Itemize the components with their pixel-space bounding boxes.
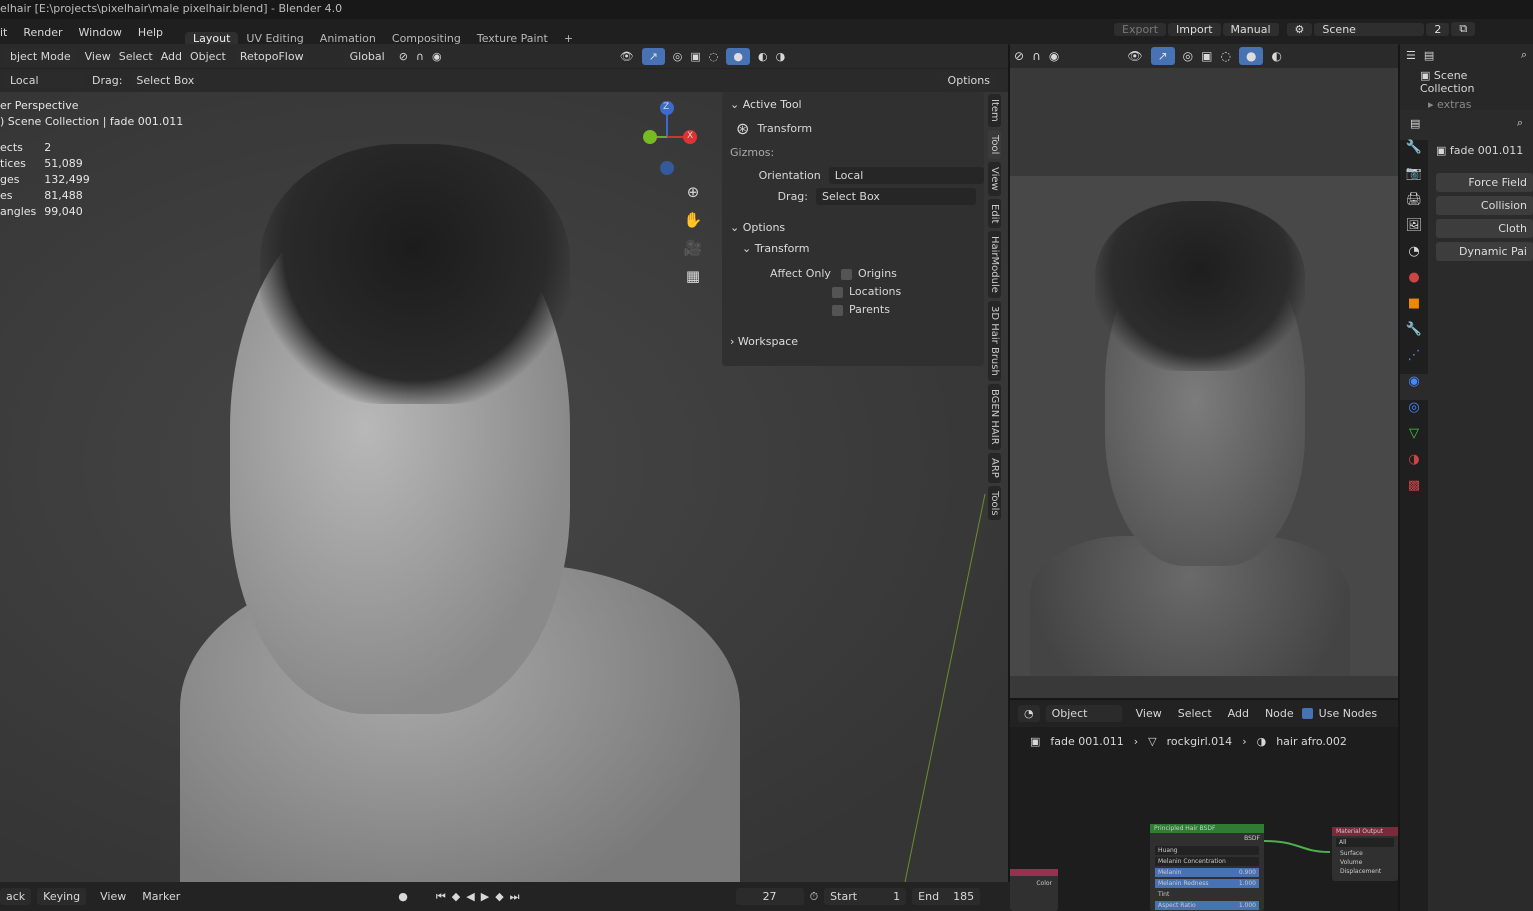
scene-users-count: 2 [1426, 22, 1450, 36]
material-tab-icon[interactable]: ◑ [1400, 452, 1428, 478]
end-frame-field[interactable]: End 185 [912, 888, 981, 905]
keying-dropdown[interactable]: Keying [37, 888, 87, 905]
import-button[interactable]: Import [1168, 22, 1221, 36]
origins-checkbox[interactable] [840, 268, 852, 280]
outliner-scene-collection[interactable]: ▣ Scene Collection [1400, 66, 1533, 98]
constraints-tab-icon[interactable]: ◎ [1400, 400, 1428, 426]
window-title: elhair [E:\projects\pixelhair\male pixel… [0, 0, 1533, 19]
tool-tab-icon[interactable]: 🔧 [1400, 140, 1428, 166]
manual-button[interactable]: Manual [1222, 22, 1279, 36]
options-header[interactable]: ⌄ Options [722, 215, 984, 240]
dynamic-paint-button[interactable]: Dynamic Pai [1436, 242, 1533, 261]
overlay-icon[interactable]: ◎ [1183, 49, 1193, 63]
scene-selector[interactable]: Scene [1314, 22, 1425, 36]
properties-editor: ▤ ⌕ 🔧 📷 🖨 🖼 ◔ ● ■ 🔧 ⋰ ◉ ◎ ▽ ◑ ▩ ▣ fade 001.011 Force F… [1400, 110, 1533, 911]
visibility-icon[interactable]: 👁 [1127, 49, 1142, 63]
snap-icon[interactable]: ∩ [1032, 49, 1041, 63]
particles-tab-icon[interactable]: ⋰ [1400, 348, 1428, 374]
menu-edit[interactable]: it [0, 26, 15, 39]
view-layer-tab-icon[interactable]: 🖼 [1400, 218, 1428, 244]
object-tab-icon[interactable]: ■ [1400, 296, 1428, 322]
pivot-icon[interactable]: ⊘ [1014, 49, 1024, 63]
search-icon[interactable]: ⌕ [1517, 116, 1523, 130]
shading-material-icon[interactable]: ◐ [1271, 49, 1281, 63]
render-viewport-header: ⊘ ∩ ◉ 👁 ↗ ◎ ▣ ◌ ● ◐ [1010, 44, 1398, 68]
record-icon[interactable]: ● [398, 890, 408, 903]
jump-end-icon[interactable]: ⏭ [510, 890, 526, 904]
force-field-button[interactable]: Force Field [1436, 173, 1533, 192]
tab-item[interactable]: Item [988, 94, 1001, 127]
cloth-button[interactable]: Cloth [1436, 219, 1533, 238]
filter-icon[interactable]: ▤ [1424, 49, 1434, 62]
editor-type-icon[interactable]: ▤ [1410, 117, 1420, 130]
parents-checkbox[interactable] [832, 304, 843, 316]
workspace-header[interactable]: › Workspace [722, 329, 984, 354]
pan-hand-icon[interactable]: ✋ [682, 206, 704, 234]
tab-bgen-hair[interactable]: BGEN HAIR [988, 384, 1001, 450]
active-tool-header[interactable]: ⌄ Active Tool [722, 92, 984, 117]
gizmo-toggle-icon[interactable]: ↗ [1150, 47, 1175, 65]
output-tab-icon[interactable]: 🖨 [1400, 192, 1428, 218]
tab-tools[interactable]: Tools [988, 485, 1001, 521]
start-frame-field[interactable]: Start 1 [824, 888, 907, 905]
render-image [1010, 176, 1398, 676]
tab-view[interactable]: View [988, 162, 1001, 196]
menu-help[interactable]: Help [130, 26, 171, 39]
locations-checkbox[interactable] [832, 286, 843, 298]
world-tab-icon[interactable]: ● [1400, 270, 1428, 296]
menu-render[interactable]: Render [15, 26, 70, 39]
timeline: ack Keying View Marker ● ⏮ ◆ ◀ ▶ ◆ ⏭ 27 ⏱ Sta… [0, 882, 1010, 911]
menu-window[interactable]: Window [71, 26, 130, 39]
next-keyframe-icon[interactable]: ◆ [495, 890, 509, 903]
play-icon[interactable]: ▶ [481, 890, 495, 903]
outliner: ☰ ▤ ⌕ ▣ Scene Collection ▸ extras [1400, 44, 1533, 111]
drag-select-dropdown[interactable]: Select Box [816, 188, 976, 205]
node-link [1263, 840, 1331, 853]
collision-button[interactable]: Collision [1436, 196, 1533, 215]
scene-type-icon[interactable]: ⚙ [1286, 22, 1313, 36]
texture-tab-icon[interactable]: ▩ [1400, 478, 1428, 504]
viewport-render-preview[interactable]: ⊘ ∩ ◉ 👁 ↗ ◎ ▣ ◌ ● ◐ [1010, 44, 1398, 698]
display-mode-icon[interactable]: ☰ [1406, 49, 1416, 62]
orientation-dropdown[interactable]: Local [828, 167, 984, 184]
shading-solid-icon[interactable]: ● [1238, 47, 1264, 65]
menu-view[interactable]: View [100, 890, 126, 903]
menu-marker[interactable]: Marker [142, 890, 180, 903]
scene-tab-icon[interactable]: ◔ [1400, 244, 1428, 270]
search-icon[interactable]: ⌕ [1521, 48, 1527, 62]
transform-tool-icon: ⊛ [736, 119, 750, 138]
sidebar-panel: ⌄ Active Tool ⊛ Transform Gizmos: Orienta… [722, 92, 984, 366]
prev-keyframe-icon[interactable]: ◆ [452, 890, 466, 903]
proportional-icon[interactable]: ◉ [1049, 49, 1059, 63]
tab-tool[interactable]: Tool [988, 129, 1001, 160]
render-tab-icon[interactable]: 📷 [1400, 166, 1428, 192]
perspective-grid-icon[interactable]: ▦ [682, 262, 704, 290]
tab-arp[interactable]: ARP [988, 452, 1001, 483]
physics-tab-icon[interactable]: ◉ [1400, 374, 1428, 400]
tab-3d-hair-brush[interactable]: 3D Hair Brush [988, 301, 1001, 382]
play-reverse-icon[interactable]: ◀ [466, 890, 480, 903]
top-menubar: it Render Window Help Layout UV Editing … [0, 19, 1533, 45]
tab-hairmodule[interactable]: HairModule [988, 231, 1001, 299]
export-button[interactable]: Export [1114, 22, 1167, 36]
transform-subheader[interactable]: ⌄ Transform [722, 240, 984, 261]
current-frame-field[interactable]: 27 [735, 888, 804, 905]
jump-start-icon[interactable]: ⏮ [436, 890, 452, 904]
navigation-gizmo[interactable]: Z X [630, 100, 700, 180]
playback-dropdown[interactable]: ack [0, 888, 32, 905]
data-tab-icon[interactable]: ▽ [1400, 426, 1428, 452]
copy-scene-icon[interactable]: ⧉ [1451, 22, 1476, 36]
stopwatch-icon[interactable]: ⏱ [810, 890, 819, 904]
xray-icon[interactable]: ▣ [1201, 49, 1212, 63]
tab-edit[interactable]: Edit [988, 198, 1001, 229]
camera-icon[interactable]: 🎥 [682, 234, 704, 262]
sidebar-tabs: Item Tool View Edit HairModule 3D Hair B… [988, 94, 1008, 523]
zoom-icon[interactable]: ⊕ [682, 178, 704, 206]
modifier-tab-icon[interactable]: 🔧 [1400, 322, 1428, 348]
properties-tabs: 🔧 📷 🖨 🖼 ◔ ● ■ 🔧 ⋰ ◉ ◎ ▽ ◑ ▩ [1400, 140, 1428, 911]
shader-node-editor[interactable]: ◔ Object View Select Add Node Use Nodes … [1010, 700, 1398, 911]
shading-wireframe-icon[interactable]: ◌ [1220, 49, 1230, 63]
